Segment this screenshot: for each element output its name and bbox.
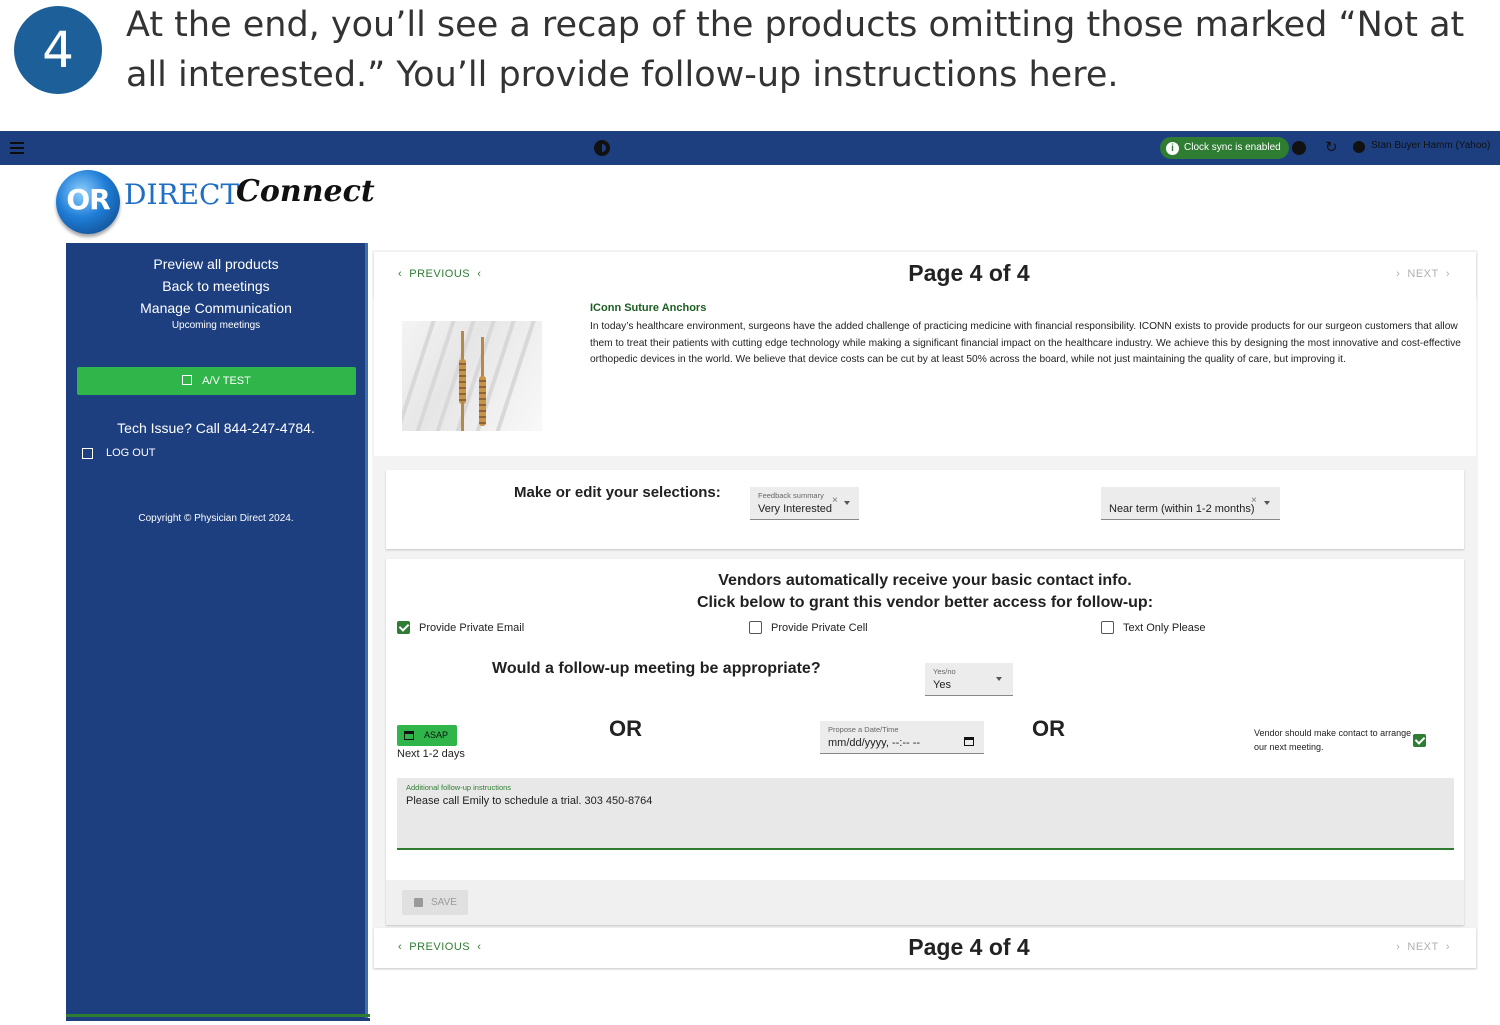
app-topbar: i Clock sync is enabled ↻ Stan Buyer Ham… (0, 131, 1500, 165)
save-label: SAVE (431, 897, 457, 908)
logout-button[interactable]: LOG OUT (82, 447, 156, 459)
clock-sync-badge: i Clock sync is enabled (1160, 137, 1289, 159)
external-link-icon (182, 375, 193, 385)
previous-label: PREVIOUS (409, 268, 471, 280)
text-only-option[interactable]: Text Only Please (1101, 621, 1206, 634)
sidebar-bottom-accent (66, 1014, 370, 1017)
date-placeholder: mm/dd/yyyy, --:-- -- (828, 737, 921, 749)
private-cell-label: Provide Private Cell (771, 621, 868, 634)
asap-label: ASAP (424, 730, 449, 740)
meeting-yesno-select[interactable]: Yes/no Yes (925, 663, 1013, 696)
vendor-access-line: Click below to grant this vendor better … (696, 594, 1154, 611)
meeting-question: Would a follow-up meeting be appropriate… (492, 660, 821, 677)
feedback-summary-select[interactable]: Feedback summary Very Interested × (750, 487, 859, 520)
followup-card: Vendors automatically receive your basic… (386, 559, 1464, 925)
logout-icon (82, 447, 93, 459)
vendor-contact-checkbox[interactable] (1413, 734, 1426, 747)
pager-bottom: Page 4 of 4 ‹ PREVIOUS ‹ › NEXT › (374, 928, 1476, 968)
av-test-label: A/V TEST (202, 375, 251, 387)
asap-button[interactable]: ASAP (397, 725, 457, 746)
next-button-bottom[interactable]: › NEXT › (1396, 941, 1450, 953)
private-email-label: Provide Private Email (419, 621, 525, 634)
instruction-header: 4 At the end, you’ll see a recap of the … (0, 0, 1500, 130)
calendar-icon (404, 731, 414, 740)
feedback-summary-value: Very Interested (758, 503, 832, 515)
product-image (402, 321, 542, 431)
timeline-value: Near term (within 1-2 months) (1109, 503, 1255, 515)
selections-card: Make or edit your selections: Feedback s… (386, 470, 1464, 549)
private-email-checkbox[interactable] (397, 621, 410, 634)
timeline-select[interactable]: Near term (within 1-2 months) × (1101, 487, 1280, 520)
private-cell-checkbox[interactable] (749, 621, 762, 634)
notes-caption: Additional follow-up instructions (406, 783, 512, 792)
step-number-badge: 4 (14, 6, 102, 94)
sidebar-bottom-bar (66, 1018, 370, 1021)
sidebar-link-upcoming-meetings[interactable]: Upcoming meetings (66, 320, 366, 331)
chevron-down-icon (996, 677, 1002, 681)
info-icon: i (1166, 141, 1179, 155)
clear-icon[interactable]: × (1251, 495, 1257, 506)
next-days-text: Next 1-2 days (397, 748, 465, 760)
or-divider-2: OR (1032, 716, 1065, 741)
text-only-label: Text Only Please (1123, 621, 1206, 634)
theme-toggle-icon[interactable] (594, 140, 610, 156)
private-cell-option[interactable]: Provide Private Cell (749, 621, 868, 634)
propose-datetime-input[interactable]: Propose a Date/Time mm/dd/yyyy, --:-- -- (820, 721, 984, 754)
hamburger-menu-icon[interactable] (10, 142, 24, 154)
next-label: NEXT (1407, 268, 1439, 280)
or-direct-connect-logo: OR DIRECT Connect (52, 168, 375, 240)
save-strip: SAVE (386, 880, 1464, 925)
vendor-contact-text: Vendor should make contact to arrange ou… (1254, 728, 1412, 752)
notes-value[interactable]: Please call Emily to schedule a trial. 3… (406, 795, 652, 807)
product-card: IConn Suture Anchors In today’s healthca… (374, 296, 1476, 456)
tech-support-text: Tech Issue? Call 844-247-4784. (117, 420, 315, 436)
followup-instructions-field[interactable]: Additional follow-up instructions Please… (397, 778, 1454, 850)
history-icon[interactable] (1292, 141, 1306, 155)
copyright-text: Copyright © Physician Direct 2024. (138, 513, 294, 524)
logo-direct-text: DIRECT (124, 178, 240, 211)
previous-button[interactable]: ‹ PREVIOUS ‹ (398, 268, 481, 280)
pager-top: Page 4 of 4 ‹ PREVIOUS ‹ › NEXT › (374, 252, 1476, 297)
product-name: IConn Suture Anchors (590, 302, 707, 314)
yesno-caption: Yes/no (933, 667, 956, 676)
logo-or-badge: OR (56, 170, 120, 234)
private-email-option[interactable]: Provide Private Email (397, 621, 524, 634)
sidebar: Preview all products Back to meetings Ma… (66, 243, 368, 1019)
page-title-bottom: Page 4 of 4 (908, 934, 1030, 960)
feedback-summary-caption: Feedback summary (758, 491, 824, 500)
product-description: In today’s healthcare environment, surge… (590, 321, 1461, 366)
previous-label: PREVIOUS (409, 941, 471, 953)
date-caption: Propose a Date/Time (828, 725, 899, 734)
refresh-icon[interactable]: ↻ (1325, 139, 1338, 157)
sidebar-link-back-to-meetings[interactable]: Back to meetings (66, 278, 366, 294)
vendor-info-line: Vendors automatically receive your basic… (718, 572, 1132, 589)
user-name[interactable]: Stan Buyer Hamm (Yahoo) (1371, 140, 1490, 151)
sidebar-link-manage-communication[interactable]: Manage Communication (66, 300, 366, 316)
previous-button-bottom[interactable]: ‹ PREVIOUS ‹ (398, 941, 481, 953)
logout-label: LOG OUT (106, 447, 156, 459)
or-divider-1: OR (609, 716, 642, 741)
clock-sync-label: Clock sync is enabled (1184, 142, 1281, 153)
clear-icon[interactable]: × (832, 495, 838, 506)
text-only-checkbox[interactable] (1101, 621, 1114, 634)
next-button[interactable]: › NEXT › (1396, 268, 1450, 280)
calendar-icon[interactable] (964, 737, 974, 746)
instruction-text: At the end, you’ll see a recap of the pr… (126, 5, 1465, 95)
chevron-down-icon (1264, 501, 1270, 505)
selections-label: Make or edit your selections: (514, 484, 721, 501)
av-test-button[interactable]: A/V TEST (77, 367, 356, 395)
sidebar-link-preview-products[interactable]: Preview all products (66, 256, 366, 272)
logo-connect-text: Connect (236, 174, 375, 209)
save-button[interactable]: SAVE (402, 890, 468, 915)
yesno-value: Yes (933, 679, 951, 691)
page-title: Page 4 of 4 (908, 260, 1030, 286)
save-icon (414, 898, 423, 907)
next-label: NEXT (1407, 941, 1439, 953)
chevron-down-icon (844, 501, 850, 505)
user-account-icon[interactable] (1353, 141, 1365, 153)
